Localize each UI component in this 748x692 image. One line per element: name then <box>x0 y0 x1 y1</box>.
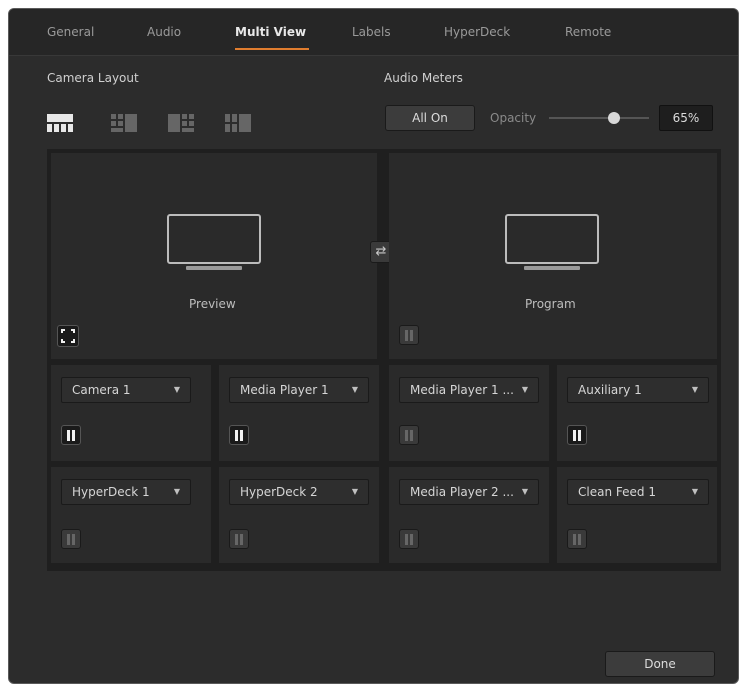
opacity-value-field[interactable]: 65% <box>659 105 713 131</box>
audio-meter-icon[interactable] <box>399 425 419 445</box>
source-dropdown[interactable]: Media Player 1 ▼ <box>229 377 369 403</box>
source-dropdown-label: Media Player 1 ... <box>410 383 514 397</box>
tab-hyperdeck[interactable]: HyperDeck <box>444 25 510 39</box>
tab-remote[interactable]: Remote <box>565 25 611 39</box>
audio-meter-icon[interactable] <box>567 529 587 549</box>
tab-bar: General Audio Multi View Labels HyperDec… <box>9 9 738 56</box>
chevron-down-icon: ▼ <box>691 487 698 496</box>
chevron-down-icon: ▼ <box>691 385 698 394</box>
audio-meter-icon[interactable] <box>567 425 587 445</box>
program-window: Program <box>389 153 717 359</box>
program-label: Program <box>525 297 576 311</box>
tab-labels[interactable]: Labels <box>352 25 391 39</box>
audio-meter-icon[interactable] <box>399 529 419 549</box>
layout-option-4[interactable] <box>225 114 251 132</box>
source-dropdown[interactable]: HyperDeck 2 ▼ <box>229 479 369 505</box>
multiview-window-7: Media Player 2 ... ▼ <box>389 467 549 563</box>
chevron-down-icon: ▼ <box>173 385 180 394</box>
source-dropdown[interactable]: Media Player 2 ... ▼ <box>399 479 539 505</box>
opacity-slider-track[interactable] <box>549 117 649 119</box>
chevron-down-icon: ▼ <box>351 385 358 394</box>
audio-meters-label: Audio Meters <box>384 71 463 85</box>
multiview-window-1: Camera 1 ▼ <box>51 365 211 461</box>
multiview-window-4: Auxiliary 1 ▼ <box>557 365 717 461</box>
layout-option-3[interactable] <box>168 114 194 132</box>
source-dropdown-label: HyperDeck 1 <box>72 485 150 499</box>
audio-meter-icon[interactable] <box>61 529 81 549</box>
chevron-down-icon: ▼ <box>173 487 180 496</box>
monitor-stand <box>186 266 242 270</box>
source-dropdown[interactable]: Media Player 1 ... ▼ <box>399 377 539 403</box>
camera-layout-label: Camera Layout <box>47 71 139 85</box>
source-dropdown[interactable]: Clean Feed 1 ▼ <box>567 479 709 505</box>
multiview-window-6: HyperDeck 2 ▼ <box>219 467 379 563</box>
source-dropdown-label: Clean Feed 1 <box>578 485 656 499</box>
multiview-window-8: Clean Feed 1 ▼ <box>557 467 717 563</box>
audio-meter-icon[interactable] <box>229 425 249 445</box>
chevron-down-icon: ▼ <box>521 487 528 496</box>
source-dropdown[interactable]: Camera 1 ▼ <box>61 377 191 403</box>
audio-meter-icon[interactable] <box>399 325 419 345</box>
source-dropdown[interactable]: HyperDeck 1 ▼ <box>61 479 191 505</box>
monitor-icon <box>167 214 261 264</box>
active-tab-indicator <box>235 48 309 50</box>
monitor-stand <box>524 266 580 270</box>
chevron-down-icon: ▼ <box>351 487 358 496</box>
done-button[interactable]: Done <box>605 651 715 677</box>
opacity-label: Opacity <box>490 111 537 125</box>
opacity-slider-knob[interactable] <box>608 112 620 124</box>
source-dropdown-label: Media Player 2 ... <box>410 485 514 499</box>
source-dropdown-label: Media Player 1 <box>240 383 329 397</box>
layout-option-2[interactable] <box>111 114 137 132</box>
audio-meter-icon[interactable] <box>229 529 249 549</box>
safe-area-icon[interactable] <box>57 325 79 347</box>
preview-window: Preview <box>51 153 377 359</box>
all-on-button[interactable]: All On <box>385 105 475 131</box>
tab-audio[interactable]: Audio <box>147 25 181 39</box>
preview-label: Preview <box>189 297 236 311</box>
audio-meter-icon[interactable] <box>61 425 81 445</box>
chevron-down-icon: ▼ <box>521 385 528 394</box>
multiview-settings-window: General Audio Multi View Labels HyperDec… <box>8 8 739 684</box>
source-dropdown-label: Auxiliary 1 <box>578 383 642 397</box>
multiview-window-3: Media Player 1 ... ▼ <box>389 365 549 461</box>
layout-option-1[interactable] <box>47 114 73 132</box>
tab-general[interactable]: General <box>47 25 94 39</box>
source-dropdown[interactable]: Auxiliary 1 ▼ <box>567 377 709 403</box>
multiview-window-5: HyperDeck 1 ▼ <box>51 467 211 563</box>
tab-multi-view[interactable]: Multi View <box>235 25 306 39</box>
monitor-icon <box>505 214 599 264</box>
source-dropdown-label: HyperDeck 2 <box>240 485 318 499</box>
multiview-window-2: Media Player 1 ▼ <box>219 365 379 461</box>
source-dropdown-label: Camera 1 <box>72 383 131 397</box>
